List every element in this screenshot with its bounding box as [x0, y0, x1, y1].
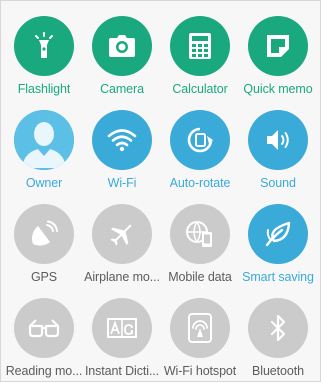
tile-instant-dictionary[interactable]: Instant Dicti...: [83, 289, 161, 383]
gps-icon: [14, 204, 74, 264]
quick-settings-grid: Flashlight Camera Calculator Quick memo …: [5, 7, 317, 383]
instant-dictionary-icon: [92, 298, 152, 358]
smart-saving-leaf-icon: [248, 204, 308, 264]
tile-label: GPS: [30, 270, 58, 284]
flashlight-icon: [14, 16, 74, 76]
tile-sound[interactable]: Sound: [239, 101, 317, 195]
wifi-hotspot-icon: [170, 298, 230, 358]
tile-mobile-data[interactable]: Mobile data: [161, 195, 239, 289]
tile-wifi[interactable]: Wi-Fi: [83, 101, 161, 195]
tile-label: Owner: [25, 176, 63, 190]
camera-icon: [92, 16, 152, 76]
tile-label: Camera: [100, 82, 144, 96]
tile-calculator[interactable]: Calculator: [161, 7, 239, 101]
tile-label: Mobile data: [168, 270, 232, 284]
tile-camera[interactable]: Camera: [83, 7, 161, 101]
tile-label: Calculator: [172, 82, 228, 96]
tile-wifi-hotspot[interactable]: Wi-Fi hotspot: [161, 289, 239, 383]
tile-flashlight[interactable]: Flashlight: [5, 7, 83, 101]
quick-settings-panel: Flashlight Camera Calculator Quick memo …: [0, 0, 321, 382]
tile-label: Quick memo: [243, 82, 313, 96]
tile-airplane-mode[interactable]: Airplane mo...: [83, 195, 161, 289]
tile-label: Bluetooth: [252, 364, 304, 378]
mobile-data-icon: [170, 204, 230, 264]
auto-rotate-icon: [170, 110, 230, 170]
tile-label: Wi-Fi: [107, 176, 137, 190]
tile-label: Reading mo...: [5, 364, 83, 378]
tile-label: Flashlight: [17, 82, 71, 96]
tile-reading-mode[interactable]: Reading mo...: [5, 289, 83, 383]
tile-quick-memo[interactable]: Quick memo: [239, 7, 317, 101]
wifi-icon: [92, 110, 152, 170]
tile-auto-rotate[interactable]: Auto-rotate: [161, 101, 239, 195]
bluetooth-icon: [248, 298, 308, 358]
tile-label: Instant Dicti...: [84, 364, 160, 378]
tile-label: Airplane mo...: [84, 270, 160, 284]
tile-label: Sound: [260, 176, 296, 190]
reading-glasses-icon: [14, 298, 74, 358]
airplane-icon: [92, 204, 152, 264]
quick-memo-icon: [248, 16, 308, 76]
owner-avatar-icon: [14, 110, 74, 170]
tile-label: Smart saving: [242, 270, 314, 284]
calculator-icon: [170, 16, 230, 76]
tile-smart-saving[interactable]: Smart saving: [239, 195, 317, 289]
tile-label: Auto-rotate: [169, 176, 231, 190]
tile-label: Wi-Fi hotspot: [163, 364, 237, 378]
tile-owner[interactable]: Owner: [5, 101, 83, 195]
tile-gps[interactable]: GPS: [5, 195, 83, 289]
tile-bluetooth[interactable]: Bluetooth: [239, 289, 317, 383]
sound-icon: [248, 110, 308, 170]
